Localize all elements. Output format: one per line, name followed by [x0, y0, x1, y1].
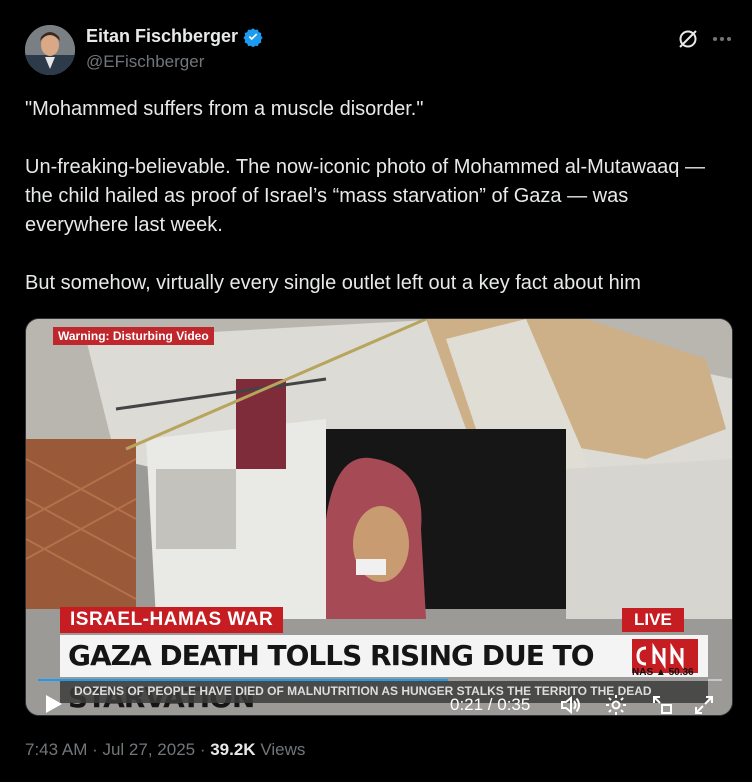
tweet: Eitan Fischberger @EFischberger "Mohamme…: [0, 0, 752, 782]
views-label: Views: [255, 740, 306, 759]
tweet-paragraph-2: Un-freaking-believable. The now-iconic p…: [25, 156, 705, 236]
settings-gear-icon[interactable]: [604, 693, 628, 715]
warning-badge: Warning: Disturbing Video: [53, 327, 214, 345]
video-time: 0:21 / 0:35: [450, 695, 531, 714]
tweet-line-1: "Mohammed suffers from a muscle disorder…: [25, 98, 424, 120]
video-controls: 0:21 / 0:35: [26, 667, 732, 715]
progress-bar[interactable]: [38, 679, 722, 681]
tweet-text: "Mohammed suffers from a muscle disorder…: [25, 95, 725, 298]
picture-in-picture-icon[interactable]: [650, 693, 674, 715]
verified-badge-icon: [243, 27, 263, 47]
live-badge: LIVE: [622, 608, 684, 632]
author-handle[interactable]: @EFischberger: [86, 52, 204, 72]
avatar[interactable]: [25, 25, 75, 75]
author-name[interactable]: Eitan Fischberger: [86, 26, 238, 47]
volume-icon[interactable]: [558, 693, 582, 715]
tweet-meta: 7:43 AM · Jul 27, 2025 · 39.2K Views: [25, 740, 305, 760]
topic-label: ISRAEL-HAMAS WAR: [60, 607, 284, 633]
play-icon[interactable]: [42, 693, 64, 715]
views-count: 39.2K: [210, 740, 256, 759]
tweet-paragraph-3: But somehow, virtually every single outl…: [25, 272, 641, 294]
more-options-icon[interactable]: [710, 27, 734, 51]
fullscreen-icon[interactable]: [692, 693, 716, 715]
progress-fill: [38, 679, 449, 681]
grok-icon[interactable]: [676, 27, 700, 51]
timestamp[interactable]: 7:43 AM · Jul 27, 2025 ·: [25, 740, 210, 759]
video-player[interactable]: Warning: Disturbing Video ISRAEL-HAMAS W…: [25, 318, 733, 716]
